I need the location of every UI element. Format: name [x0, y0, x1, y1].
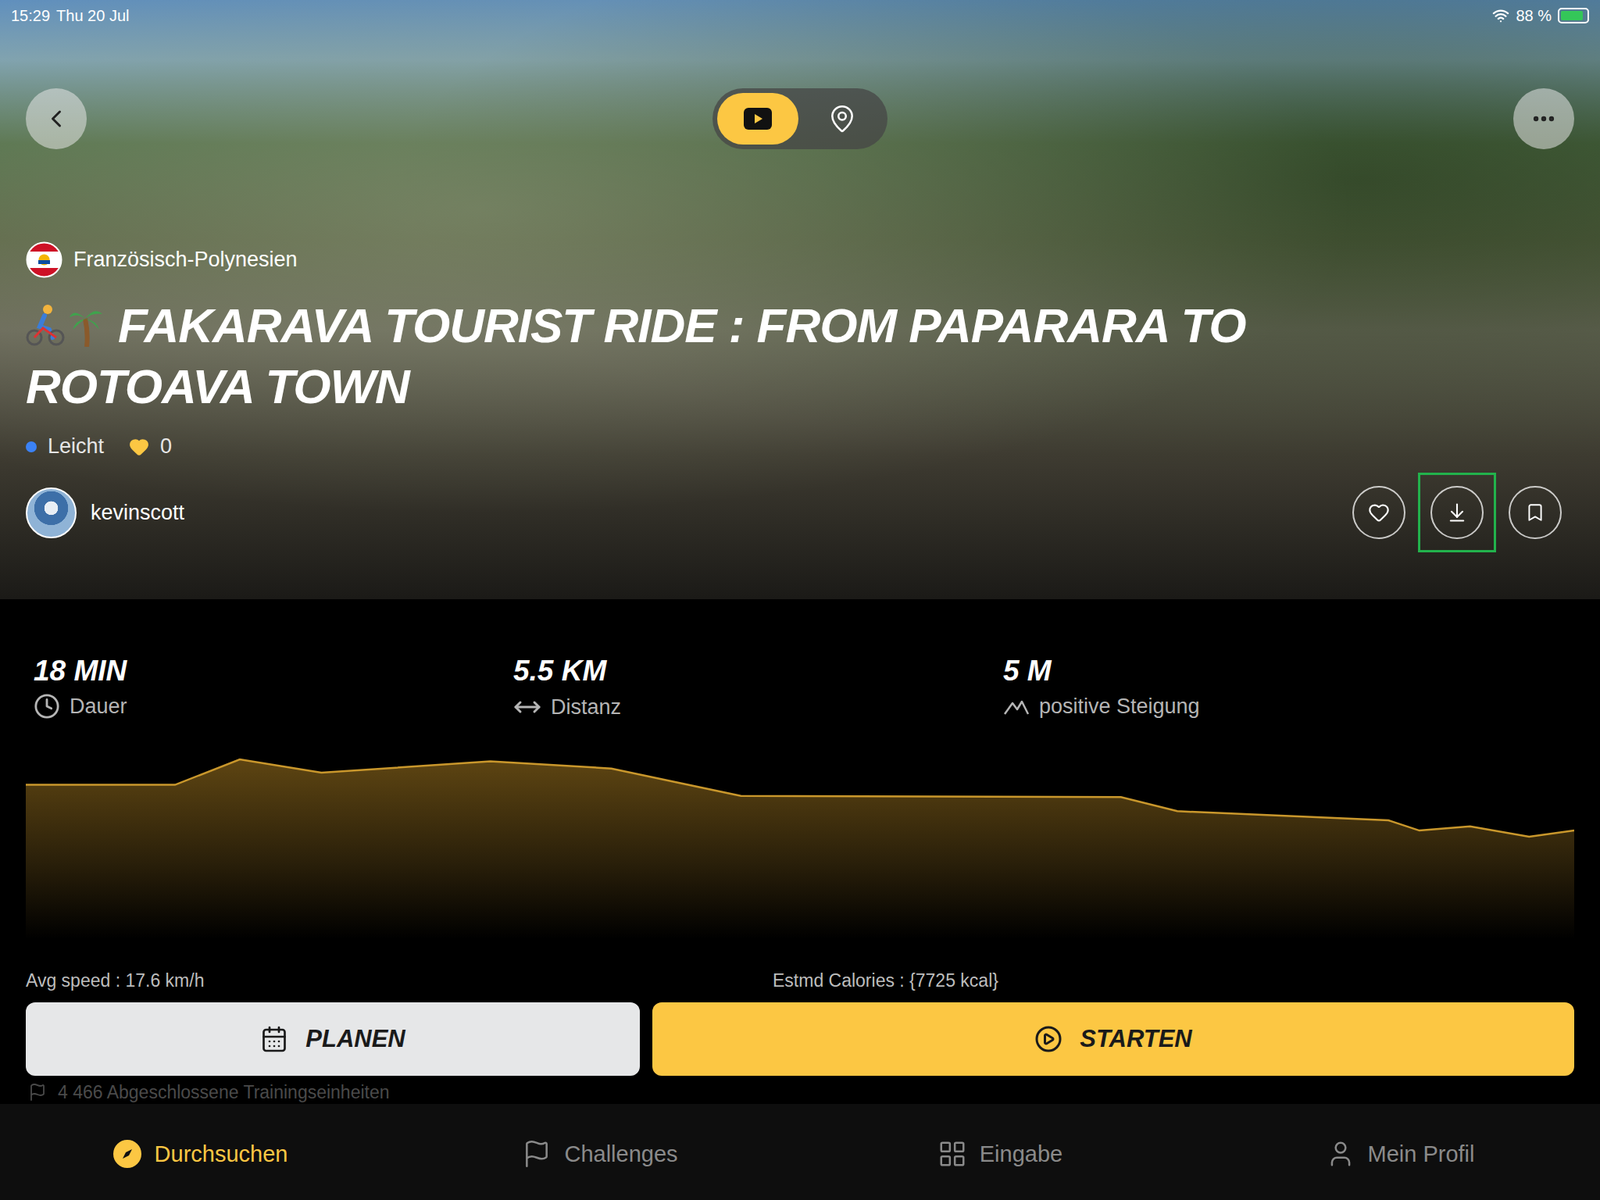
- elevation-profile: [25, 756, 1575, 940]
- view-toggle-option[interactable]: [717, 92, 799, 145]
- wifi-icon: [1492, 7, 1510, 25]
- start-button[interactable]: STARTEN: [652, 1002, 1575, 1076]
- bottom-nav: DurchsuchenChallengesEingabeMein Profil: [0, 1103, 1600, 1200]
- map-pin-icon: [827, 103, 858, 134]
- distance-icon: [513, 692, 542, 722]
- battery-text: 88 %: [1515, 7, 1552, 25]
- battery-icon: [1557, 7, 1590, 24]
- action-slot: [1417, 472, 1497, 553]
- view-toggle: [712, 88, 888, 150]
- author-row: kevinscott: [25, 472, 1575, 553]
- stat-label: Distanz: [513, 692, 1004, 722]
- elevation-area: [25, 759, 1575, 940]
- stat-value: 5 M: [1003, 653, 1600, 689]
- elevation-line: [25, 759, 1575, 837]
- bookmark-icon: [1525, 502, 1546, 523]
- user-icon: [1325, 1139, 1356, 1169]
- grid-icon: [937, 1139, 968, 1169]
- top-bar: [0, 88, 1600, 150]
- action-slot: [1339, 472, 1418, 553]
- nav-item[interactable]: Challenges: [400, 1103, 800, 1200]
- stat-label: Dauer: [33, 692, 514, 720]
- completed-sessions: 4 466 Abgeschlossene Trainingseinheiten: [0, 1080, 1600, 1104]
- author-name: kevinscott: [90, 500, 185, 525]
- status-right: 88 %: [1492, 7, 1590, 25]
- stat: 5.5 KMDistanz: [513, 653, 1004, 722]
- elevation-icon: [1003, 696, 1030, 716]
- action-slot: [1496, 472, 1575, 553]
- clock-icon: [33, 692, 61, 720]
- nav-item[interactable]: Eingabe: [800, 1103, 1200, 1200]
- back-button[interactable]: [25, 88, 87, 150]
- calories: Estmd Calories : {7725 kcal}: [772, 968, 1600, 993]
- plan-button[interactable]: PLANEN: [25, 1002, 640, 1076]
- ride-estimates: Avg speed : 17.6 km/hEstmd Calories : {7…: [0, 968, 1600, 993]
- ride-details: 18 MINDauer5.5 KMDistanz5 Mpositive Stei…: [0, 599, 1600, 1104]
- status-left: 15:29 Thu 20 Jul: [10, 7, 129, 25]
- title-emojis: [25, 303, 104, 347]
- action-row: PLANENSTARTEN: [0, 1002, 1600, 1076]
- bookmark-button[interactable]: [1508, 485, 1562, 540]
- likes: 0: [128, 434, 172, 459]
- stat-value: 5.5 KM: [513, 653, 1004, 689]
- cyclist-emoji-icon: [25, 303, 65, 347]
- ride-detail-screen: 15:29 Thu 20 Jul 88 % Französisch-Polynesie…: [0, 0, 1600, 1200]
- action-buttons: [1339, 472, 1575, 553]
- play-icon: [1034, 1025, 1063, 1054]
- ride-title: FAKARAVA TOURIST RIDE : FROM PAPARARA TO…: [25, 295, 1448, 418]
- country-row: Französisch-Polynesien: [25, 241, 1575, 279]
- difficulty-dot: [25, 441, 37, 453]
- status-time: 15:29: [10, 7, 50, 25]
- elevation-chart: [25, 756, 1575, 940]
- download-icon: [1446, 501, 1468, 524]
- status-bar: 15:29 Thu 20 Jul 88 %: [0, 0, 1600, 32]
- chevron-left-icon: [42, 104, 71, 133]
- country-name: Französisch-Polynesien: [73, 247, 298, 272]
- author[interactable]: kevinscott: [25, 487, 185, 539]
- like-button[interactable]: [1352, 485, 1406, 540]
- stat: 18 MIN Dauer: [33, 653, 514, 722]
- difficulty: Leicht: [25, 434, 104, 459]
- more-icon: [1530, 105, 1558, 133]
- view-toggle-option[interactable]: [801, 92, 883, 145]
- download-button[interactable]: [1430, 485, 1484, 540]
- ride-info: Französisch-Polynesien FAKARAVA TOURIST R…: [0, 241, 1600, 600]
- stats: 18 MINDauer5.5 KMDistanz5 Mpositive Stei…: [0, 653, 1600, 722]
- battery-fill: [1560, 10, 1583, 21]
- status-date: Thu 20 Jul: [56, 7, 129, 25]
- compass-icon: [112, 1139, 143, 1169]
- stat-value: 18 MIN: [33, 653, 514, 689]
- more-button[interactable]: [1513, 88, 1575, 150]
- video-icon: [742, 107, 773, 131]
- palm-emoji-icon: [67, 303, 104, 347]
- avg-speed: Avg speed : 17.6 km/h: [25, 968, 773, 993]
- heart-icon: [1367, 501, 1390, 524]
- heart-icon: [128, 436, 150, 458]
- finish-flag-icon: [28, 1082, 47, 1102]
- calendar-icon: [260, 1025, 289, 1054]
- meta-row: Leicht 0: [25, 434, 1575, 459]
- nav-item[interactable]: Durchsuchen: [0, 1103, 400, 1200]
- flag-icon: [521, 1139, 552, 1169]
- country-flag-icon: [25, 241, 63, 279]
- hero-image: 15:29 Thu 20 Jul 88 % Französisch-Polynesie…: [0, 0, 1600, 600]
- stat: 5 M positive Steigung: [1003, 653, 1600, 722]
- stat-label: positive Steigung: [1003, 692, 1600, 720]
- nav-item[interactable]: Mein Profil: [1200, 1103, 1600, 1200]
- author-avatar: [25, 487, 77, 539]
